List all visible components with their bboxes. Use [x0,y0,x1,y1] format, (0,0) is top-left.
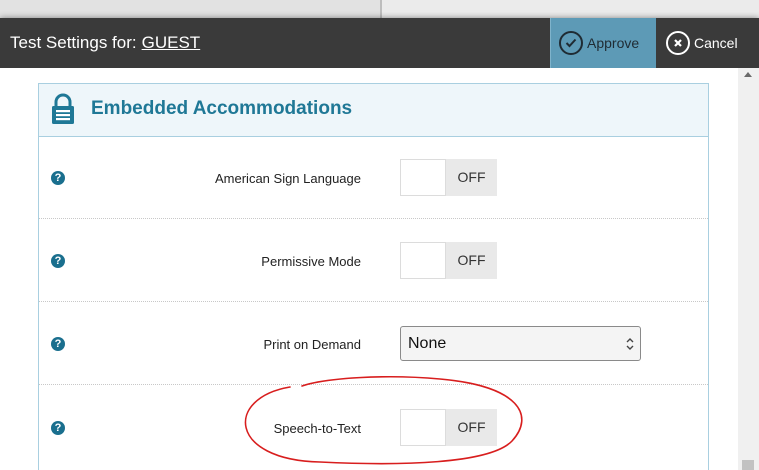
setting-label: Print on Demand [263,337,361,352]
guest-user-link[interactable]: GUEST [142,33,201,52]
toggle-knob [400,242,446,279]
american-sign-language-toggle[interactable]: OFF [400,159,497,196]
dialog-title-prefix: Test Settings for: [10,33,137,52]
dialog-titlebar: Test Settings for: GUEST Approve Cancel [0,18,759,68]
select-value: None [408,335,447,352]
embedded-accommodations-panel: Embedded Accommodations ? American Sign … [38,83,709,470]
dialog-title: Test Settings for: GUEST [10,33,200,53]
setting-row-american-sign-language: ? American Sign Language OFF [39,136,708,219]
toggle-knob [400,409,446,446]
panel-header: Embedded Accommodations [39,84,708,137]
permissive-mode-toggle[interactable]: OFF [400,242,497,279]
close-circle-icon [666,31,690,55]
cancel-button[interactable]: Cancel [658,18,759,68]
test-settings-dialog: Test Settings for: GUEST Approve Cancel [0,18,759,470]
help-icon[interactable]: ? [51,254,65,268]
setting-label: American Sign Language [215,171,361,186]
setting-label: Permissive Mode [261,254,361,269]
print-on-demand-select[interactable]: None [400,326,641,361]
toggle-state: OFF [457,419,486,435]
setting-label: Speech-to-Text [273,421,361,436]
toggle-state: OFF [457,252,486,268]
panel-title: Embedded Accommodations [91,98,353,119]
background-window-strip [0,0,759,18]
check-circle-icon [559,31,583,55]
setting-row-permissive-mode: ? Permissive Mode OFF [39,219,708,302]
toggle-state: OFF [457,169,486,185]
up-down-chevron-icon [625,337,635,356]
scroll-up-arrow-icon[interactable] [744,72,752,77]
help-icon[interactable]: ? [51,421,65,435]
dialog-content: Embedded Accommodations ? American Sign … [0,68,738,470]
vertical-scrollbar[interactable] [738,68,759,470]
approve-label: Approve [587,35,640,51]
cancel-label: Cancel [694,35,738,51]
toggle-knob [400,159,446,196]
approve-button[interactable]: Approve [550,18,656,68]
setting-row-print-on-demand: ? Print on Demand None [39,302,708,385]
lock-icon [51,93,75,130]
scrollbar-thumb[interactable] [742,460,754,470]
help-icon[interactable]: ? [51,337,65,351]
setting-row-speech-to-text: ? Speech-to-Text OFF [39,385,708,467]
help-icon[interactable]: ? [51,171,65,185]
speech-to-text-toggle[interactable]: OFF [400,409,497,446]
